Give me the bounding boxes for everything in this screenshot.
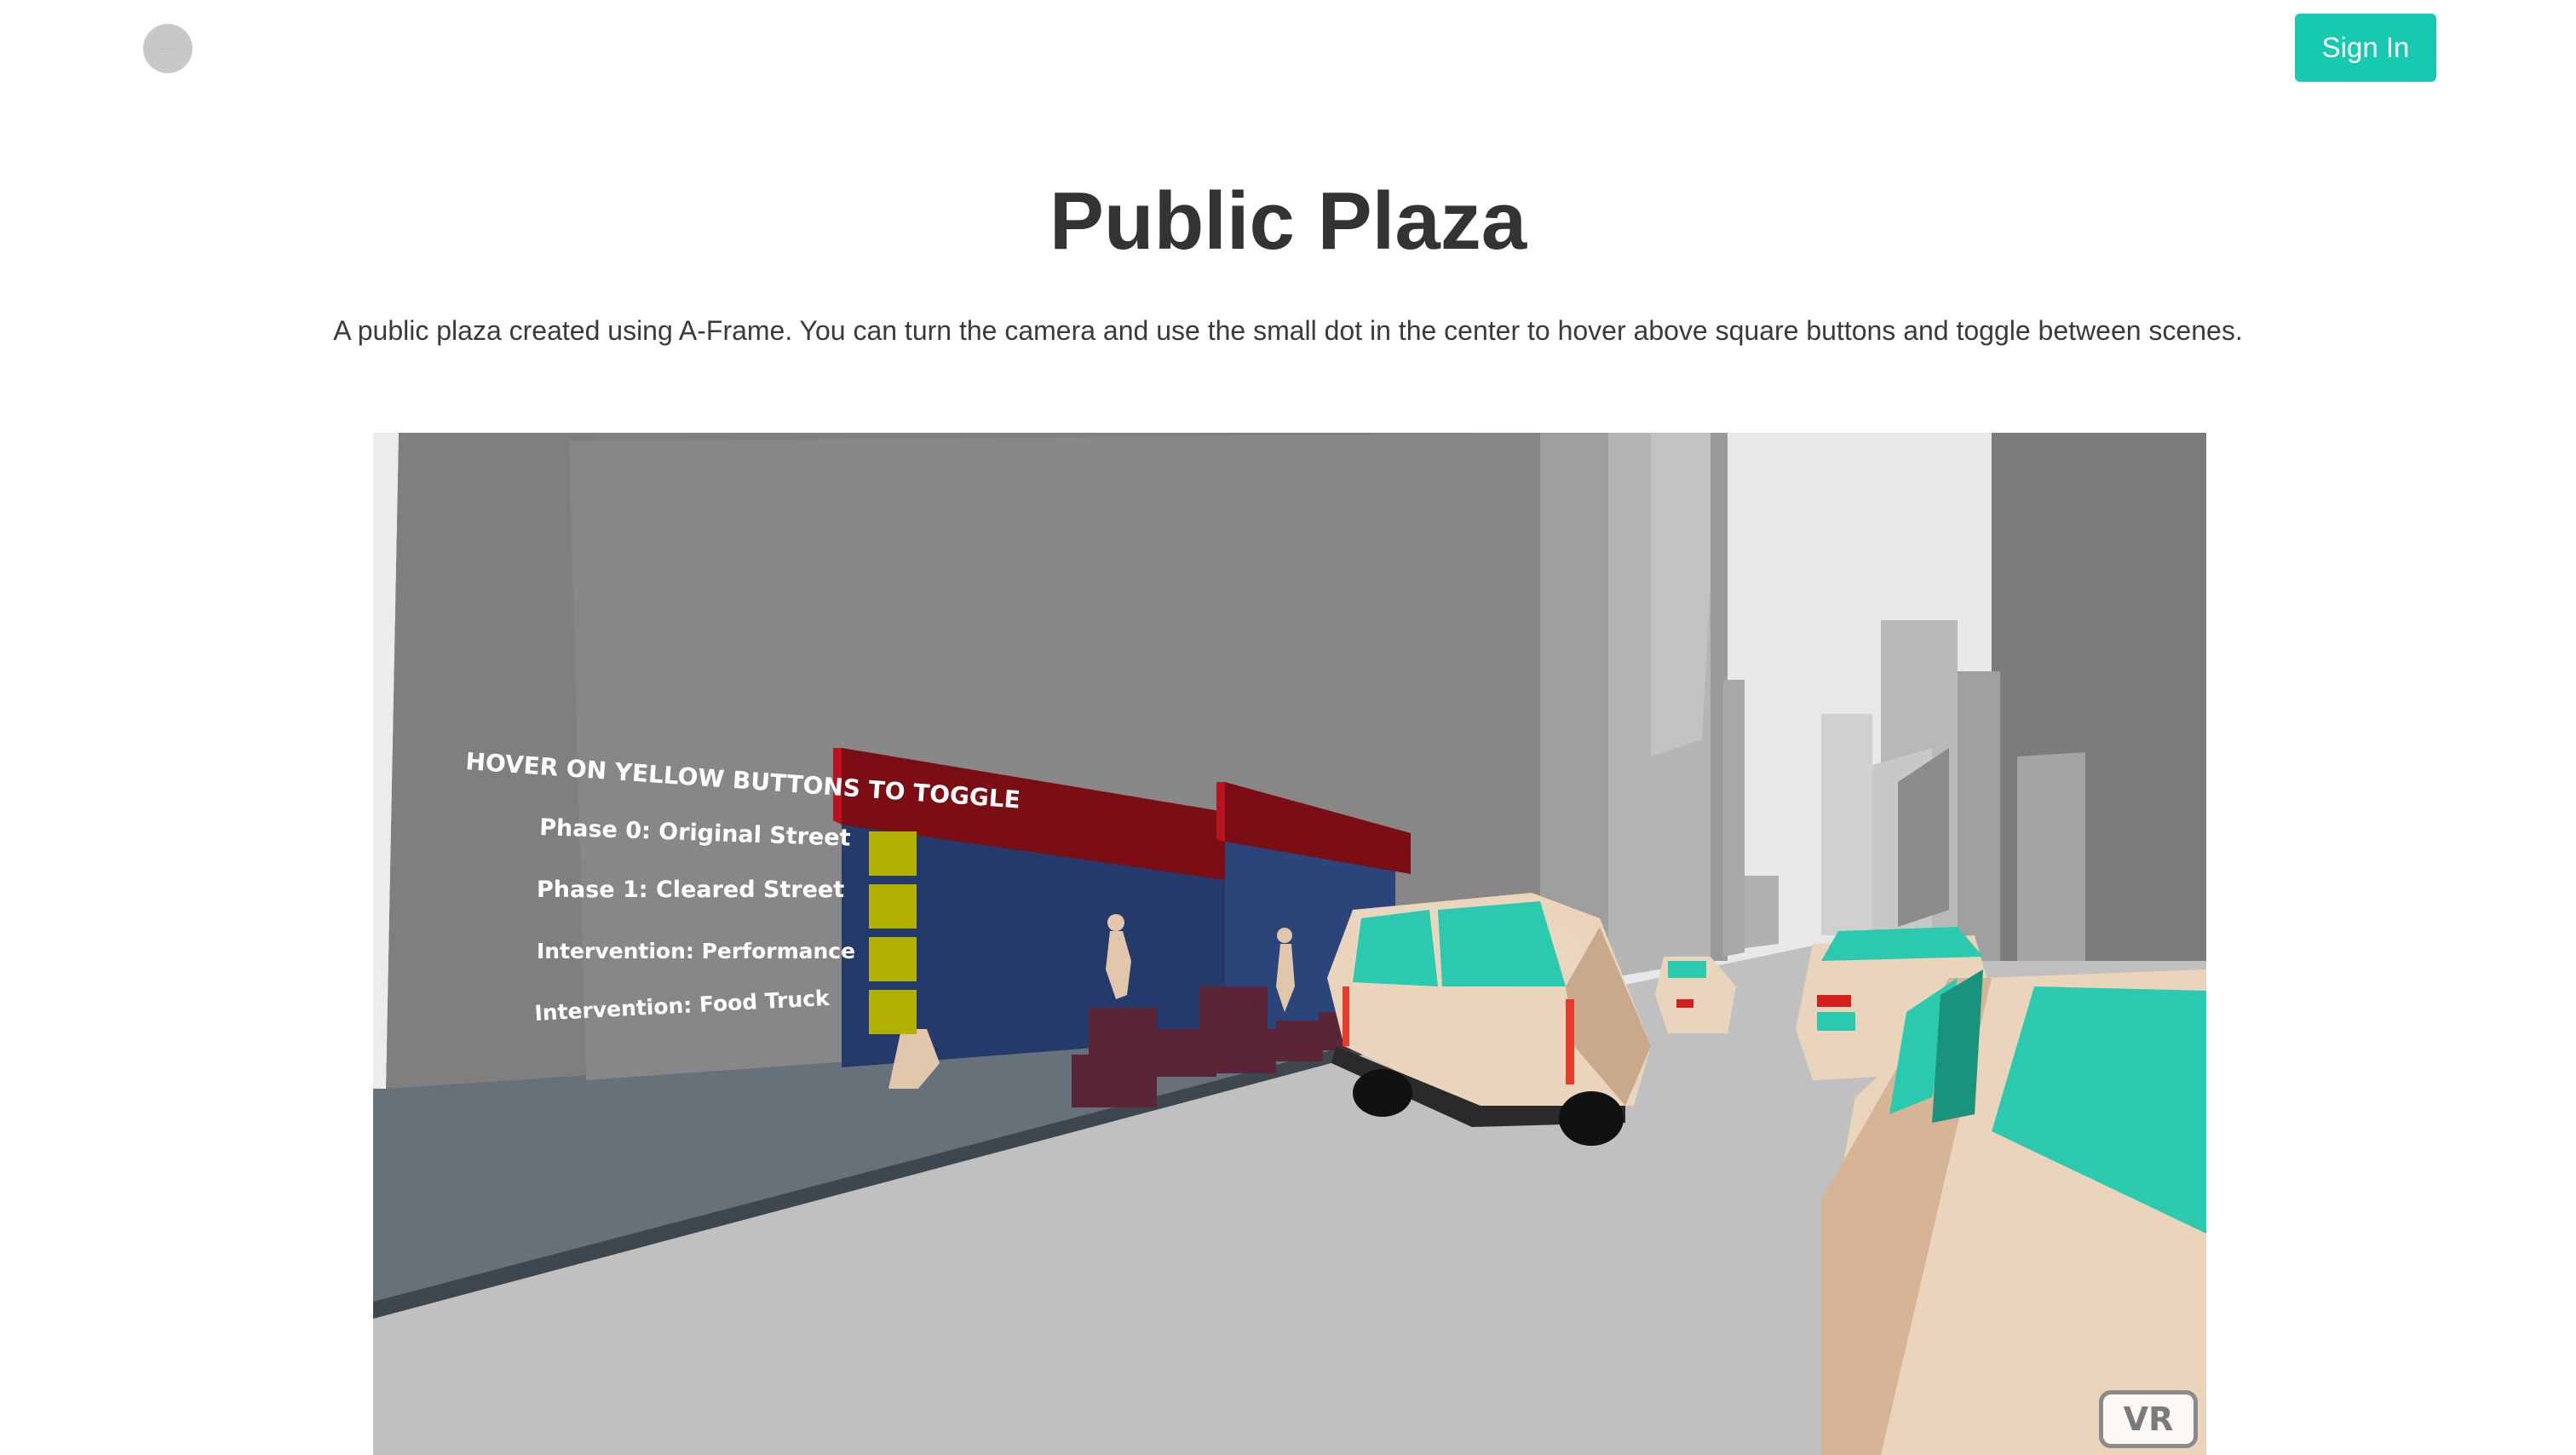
button-label-performance: Intervention: Performance [537,939,855,963]
button-label-phase-1: Phase 1: Cleared Street [537,877,844,903]
vr-mode-button[interactable]: VR [2099,1390,2198,1448]
aframe-scene-canvas[interactable]: HOVER ON YELLOW BUTTONS TO TOGGLE Phase … [373,433,2206,1455]
site-header: ···· Sign In [0,0,2576,94]
sign-in-button[interactable]: Sign In [2295,14,2436,82]
toggle-button-phase-0[interactable] [869,831,917,876]
avatar-placeholder-icon[interactable]: ···· [143,24,193,73]
toggle-button-performance[interactable] [869,937,917,981]
page-title: Public Plaza [1049,175,1527,267]
page-description: A public plaza created using A-Frame. Yo… [333,315,2243,346]
toggle-button-food-truck[interactable] [869,990,917,1034]
toggle-button-phase-1[interactable] [869,884,917,929]
scene-render: HOVER ON YELLOW BUTTONS TO TOGGLE Phase … [373,433,2206,1455]
